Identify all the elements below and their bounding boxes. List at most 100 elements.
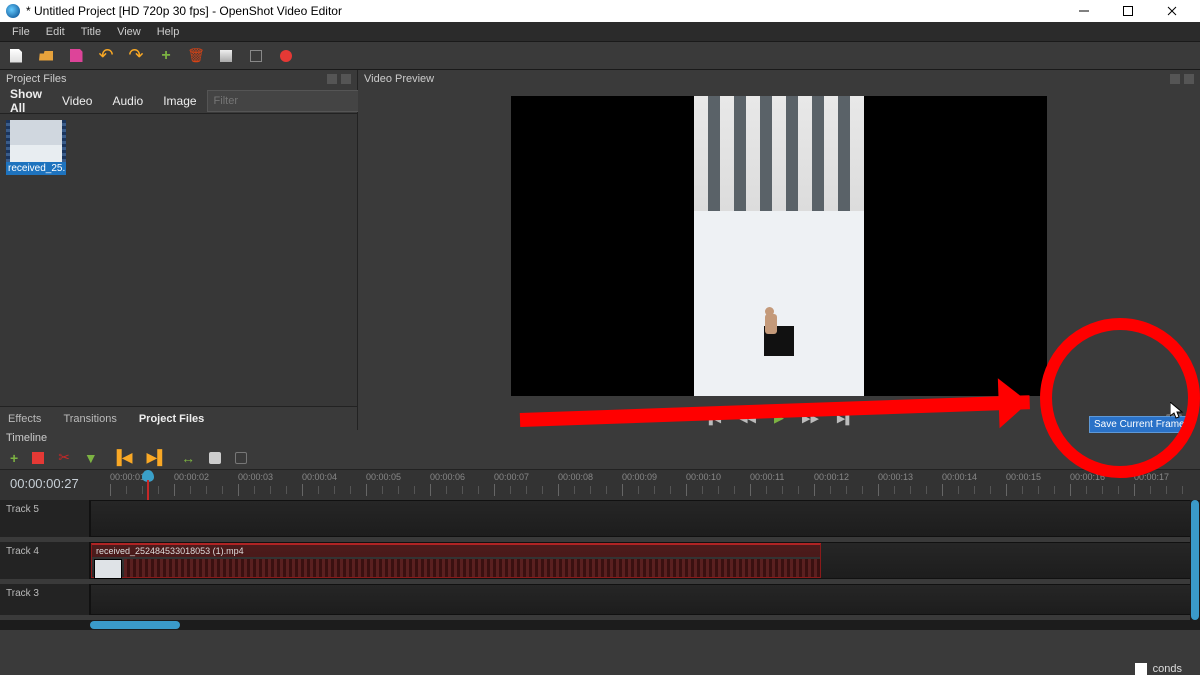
fast-forward-icon[interactable]: ▶▶	[802, 412, 819, 425]
main-toolbar: ↶ ↶ + 🗑	[0, 42, 1200, 70]
filter-image[interactable]: Image	[153, 89, 206, 113]
tab-transitions[interactable]: Transitions	[59, 409, 120, 429]
new-project-icon[interactable]	[8, 48, 24, 64]
ruler-tick: 00:00:03	[238, 472, 273, 482]
minimize-button[interactable]	[1062, 0, 1106, 22]
file-label: received_25...	[6, 162, 66, 175]
center-playhead-icon[interactable]: ↔	[181, 450, 195, 466]
ruler-tick: 00:00:10	[686, 472, 721, 482]
track-row: Track 3	[0, 584, 1200, 620]
tab-project-files[interactable]: Project Files	[135, 409, 208, 429]
menubar: File Edit Title View Help	[0, 22, 1200, 42]
timeline-ruler[interactable]: 00:00:01 00:00:02 00:00:03 00:00:04 00:00:05…	[90, 470, 1200, 500]
filter-input[interactable]	[207, 90, 363, 112]
timeline-clip[interactable]: received_252484533018053 (1).mp4	[91, 543, 821, 578]
fullscreen-icon[interactable]	[248, 48, 264, 64]
track-lane-5[interactable]	[90, 500, 1200, 537]
jump-end-icon[interactable]: ▶▌	[837, 412, 853, 425]
play-icon[interactable]: ▶	[774, 410, 784, 426]
choose-profile-icon[interactable]: 🗑	[188, 48, 204, 64]
mouse-cursor	[1170, 402, 1184, 420]
timeline-view-icon[interactable]	[209, 452, 221, 464]
menu-help[interactable]: Help	[149, 24, 188, 40]
ruler-tick: 00:00:04	[302, 472, 337, 482]
preview-dock-icon[interactable]	[1170, 74, 1180, 84]
ruler-tick: 00:00:09	[622, 472, 657, 482]
file-thumbnail	[6, 120, 66, 162]
playhead[interactable]	[142, 470, 154, 482]
tracks-area: Track 5 Track 4 received_252484533018053…	[0, 500, 1200, 630]
razor-icon[interactable]: ✂	[58, 449, 70, 466]
ruler-tick: 00:00:01	[110, 472, 145, 482]
timeline-label: Timeline	[0, 430, 1200, 446]
video-preview[interactable]	[511, 96, 1047, 396]
title-text: * Untitled Project [HD 720p 30 fps] - Op…	[26, 4, 342, 18]
redo-icon[interactable]: ↶	[128, 48, 144, 64]
app-icon	[6, 4, 20, 18]
zoom-seconds: conds	[1135, 663, 1182, 675]
ruler-tick: 00:00:02	[174, 472, 209, 482]
clip-title: received_252484533018053 (1).mp4	[92, 545, 820, 557]
track-header-3[interactable]: Track 3	[0, 584, 90, 615]
playback-controls: ▐◀ ◀◀ ▶ ▶▶ ▶▌	[358, 406, 1200, 430]
project-files-panel: Project Files Show All Video Audio Image…	[0, 70, 358, 430]
maximize-button[interactable]	[1106, 0, 1150, 22]
menu-edit[interactable]: Edit	[38, 24, 73, 40]
ruler-tick: 00:00:08	[558, 472, 593, 482]
project-file-item[interactable]: received_25...	[6, 120, 66, 175]
zoom-box-icon[interactable]	[1135, 663, 1147, 675]
preview-panel: Video Preview ▐◀ ◀◀ ▶ ▶▶ ▶▌	[358, 70, 1200, 430]
rewind-icon[interactable]: ◀◀	[739, 412, 756, 425]
filter-video[interactable]: Video	[52, 89, 102, 113]
clip-waveform	[124, 559, 820, 577]
next-marker-icon[interactable]: ▶▌	[146, 449, 167, 466]
timeline-settings-icon[interactable]	[235, 452, 247, 464]
filter-audio[interactable]: Audio	[102, 89, 153, 113]
track-row: Track 5	[0, 500, 1200, 542]
track-header-4[interactable]: Track 4	[0, 542, 90, 579]
ruler-tick: 00:00:14	[942, 472, 977, 482]
track-header-5[interactable]: Track 5	[0, 500, 90, 537]
menu-view[interactable]: View	[109, 24, 149, 40]
left-tabs: Effects Transitions Project Files	[0, 406, 357, 430]
track-lane-3[interactable]	[90, 584, 1200, 615]
menu-file[interactable]: File	[4, 24, 38, 40]
previous-marker-icon[interactable]: ▐◀	[112, 449, 133, 466]
preview-header: Video Preview	[358, 70, 1200, 88]
export-video-icon[interactable]	[278, 48, 294, 64]
menu-title[interactable]: Title	[73, 24, 109, 40]
timeline-horizontal-scrollbar[interactable]	[0, 620, 1200, 630]
ruler-tick: 00:00:16	[1070, 472, 1105, 482]
save-project-icon[interactable]	[68, 48, 84, 64]
tab-effects[interactable]: Effects	[4, 409, 45, 429]
add-track-icon[interactable]: +	[10, 450, 18, 466]
profiles-icon[interactable]	[218, 48, 234, 64]
track-lane-4[interactable]: received_252484533018053 (1).mp4	[90, 542, 1200, 579]
ruler-tick: 00:00:07	[494, 472, 529, 482]
panel-dock-icon[interactable]	[327, 74, 337, 84]
video-content	[694, 96, 864, 396]
timecode-display[interactable]: 00:00:00:27	[0, 470, 90, 500]
ruler-tick: 00:00:05	[366, 472, 401, 482]
snapping-icon[interactable]	[32, 452, 44, 464]
ruler-tick: 00:00:11	[750, 472, 784, 482]
ruler-tick: 00:00:12	[814, 472, 849, 482]
track-row: Track 4 received_252484533018053 (1).mp4	[0, 542, 1200, 584]
project-files-header: Project Files	[0, 70, 357, 88]
add-marker-icon[interactable]: ▼	[84, 450, 98, 466]
open-project-icon[interactable]	[38, 48, 54, 64]
titlebar: * Untitled Project [HD 720p 30 fps] - Op…	[0, 0, 1200, 22]
jump-start-icon[interactable]: ▐◀	[705, 412, 721, 425]
ruler-tick: 00:00:17	[1134, 472, 1169, 482]
project-files-area[interactable]: received_25...	[0, 114, 357, 406]
timeline-toolbar: + ✂ ▼ ▐◀ ▶▌ ↔	[0, 446, 1200, 470]
undo-icon[interactable]: ↶	[98, 48, 114, 64]
ruler-tick: 00:00:15	[1006, 472, 1041, 482]
close-button[interactable]	[1150, 0, 1194, 22]
preview-close-icon[interactable]	[1184, 74, 1194, 84]
import-files-icon[interactable]: +	[158, 48, 174, 64]
ruler-tick: 00:00:06	[430, 472, 465, 482]
panel-close-icon[interactable]	[341, 74, 351, 84]
timeline-vertical-scrollbar[interactable]	[1190, 500, 1200, 620]
clip-thumbnail	[94, 559, 122, 579]
